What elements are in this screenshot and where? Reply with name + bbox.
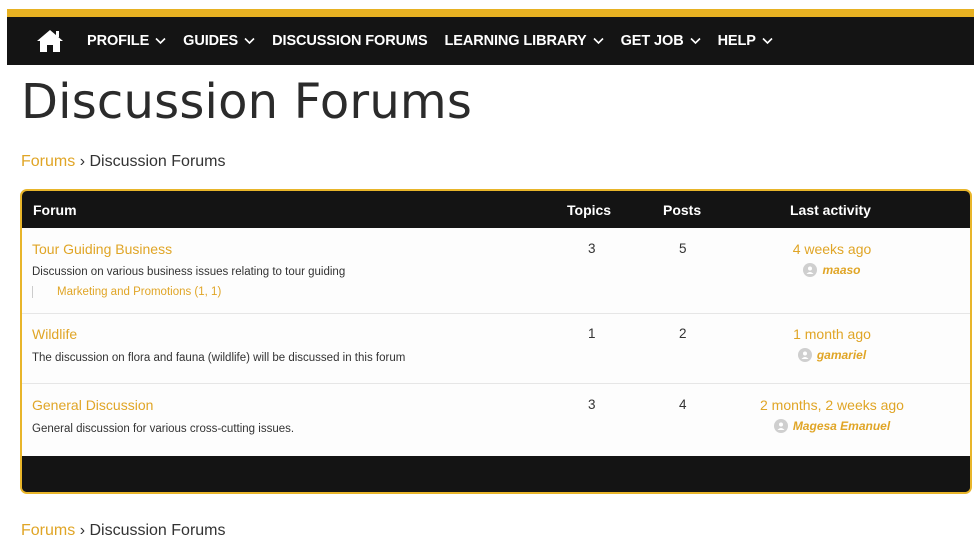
subforum-link[interactable]: Marketing and Promotions (1, 1) <box>32 286 221 298</box>
forum-description: General discussion for various cross-cut… <box>32 423 295 435</box>
column-header-forum: Forum <box>33 201 77 218</box>
last-activity-time-link[interactable]: 4 weeks ago <box>702 241 962 257</box>
posts-count: 4 <box>679 397 687 412</box>
table-row: Wildlife The discussion on flora and fau… <box>22 314 970 384</box>
table-header: Forum Topics Posts Last activity <box>22 191 970 228</box>
breadcrumb-current: Discussion Forums <box>89 522 226 539</box>
nav-item-label: PROFILE <box>87 33 150 49</box>
username: maaso <box>822 263 861 277</box>
topics-count: 3 <box>588 241 596 256</box>
user-avatar-icon <box>773 419 788 433</box>
table-footer <box>22 456 970 492</box>
nav-item-profile[interactable]: PROFILE <box>87 17 166 65</box>
top-accent-bar <box>7 9 974 17</box>
breadcrumb: Forums › Discussion Forums <box>21 153 226 171</box>
chevron-down-icon <box>155 37 166 45</box>
nav-item-label: DISCUSSION FORUMS <box>272 33 428 49</box>
main-navbar: PROFILE GUIDES DISCUSSION FORUMS LEARNIN… <box>7 17 974 65</box>
table-row: General Discussion General discussion fo… <box>22 384 970 456</box>
column-header-last-activity: Last activity <box>790 201 871 218</box>
posts-count: 2 <box>679 326 687 341</box>
breadcrumb: Forums › Discussion Forums <box>21 522 226 539</box>
home-icon[interactable] <box>30 17 70 65</box>
breadcrumb-forums-link[interactable]: Forums <box>21 153 75 170</box>
chevron-down-icon <box>244 37 255 45</box>
nav-item-guides[interactable]: GUIDES <box>183 17 255 65</box>
nav-item-help[interactable]: HELP <box>718 17 773 65</box>
chevron-down-icon <box>593 37 604 45</box>
last-activity-time-link[interactable]: 1 month ago <box>702 326 962 342</box>
chevron-down-icon <box>689 37 701 45</box>
nav-item-label: GET JOB <box>620 33 684 49</box>
topics-count: 3 <box>588 397 596 412</box>
username: Magesa Emanuel <box>792 419 891 433</box>
forum-title-link[interactable]: Tour Guiding Business <box>32 241 172 257</box>
forum-description: Discussion on various business issues re… <box>32 266 346 278</box>
nav-item-get-job[interactable]: GET JOB <box>621 17 701 65</box>
forum-description: The discussion on flora and fauna (wildl… <box>32 352 406 364</box>
breadcrumb-separator: › <box>79 522 86 539</box>
nav-item-label: GUIDES <box>183 33 239 49</box>
column-header-topics: Topics <box>567 201 612 218</box>
topics-count: 1 <box>588 326 596 341</box>
forum-title-link[interactable]: Wildlife <box>32 326 77 342</box>
table-body: Tour Guiding Business Discussion on vari… <box>22 228 970 456</box>
forum-table: Forum Topics Posts Last activity Tour Gu… <box>20 189 972 494</box>
table-row: Tour Guiding Business Discussion on vari… <box>22 228 970 314</box>
nav-item-label: LEARNING LIBRARY <box>444 33 587 49</box>
last-activity: 1 month ago gamariel <box>702 326 962 365</box>
page-title: Discussion Forums <box>21 74 473 130</box>
nav-item-label: HELP <box>717 33 756 49</box>
nav-item-discussion-forums[interactable]: DISCUSSION FORUMS <box>272 17 428 65</box>
username: gamariel <box>816 348 867 362</box>
nav-item-learning-library[interactable]: LEARNING LIBRARY <box>445 17 604 65</box>
last-activity-time-link[interactable]: 2 months, 2 weeks ago <box>702 397 962 413</box>
breadcrumb-current: Discussion Forums <box>89 153 226 170</box>
breadcrumb-forums-link[interactable]: Forums <box>21 522 75 539</box>
forum-title-link[interactable]: General Discussion <box>32 397 153 413</box>
last-activity-user-link[interactable]: Magesa Emanuel <box>773 419 891 433</box>
column-header-posts: Posts <box>663 201 702 218</box>
user-avatar-icon <box>803 263 818 277</box>
breadcrumb-separator: › <box>79 153 86 170</box>
chevron-down-icon <box>762 37 773 45</box>
last-activity-user-link[interactable]: maaso <box>803 263 861 277</box>
last-activity-user-link[interactable]: gamariel <box>797 348 867 362</box>
user-avatar-icon <box>797 348 812 362</box>
posts-count: 5 <box>679 241 687 256</box>
last-activity: 2 months, 2 weeks ago Magesa Emanuel <box>702 397 962 436</box>
last-activity: 4 weeks ago maaso <box>702 241 962 280</box>
